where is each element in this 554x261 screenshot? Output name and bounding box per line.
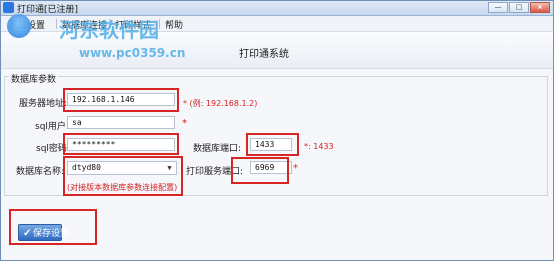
minimize-button[interactable]: — (488, 2, 508, 13)
app-window: 打印通[已注册] — □ × 系统设置 数据库连接 打印样式 帮助 打印通系统 … (0, 0, 554, 261)
check-icon: ✓ (23, 228, 32, 239)
menu-separator (159, 19, 160, 29)
sql-password-label: sql密码: (36, 144, 70, 154)
database-name-label: 数据库名称: (16, 167, 65, 177)
database-port-hint: *: 1433 (304, 142, 334, 151)
print-service-port-label: 打印服务端口: (186, 167, 244, 177)
app-icon (3, 2, 14, 13)
group-title: 数据库参数 (9, 72, 59, 85)
database-name-hint: (对接版本数据库参数连接配置) (67, 183, 178, 192)
save-settings-label: 保存设置 (33, 228, 70, 238)
watermark-url: www.pc0359.cn (79, 46, 186, 60)
database-port-input[interactable]: 1433 (250, 138, 292, 151)
maximize-button[interactable]: □ (509, 2, 529, 13)
system-title: 打印通系统 (239, 49, 289, 60)
database-port-label: 数据库端口: (193, 144, 242, 154)
menu-help[interactable]: 帮助 (165, 18, 183, 31)
print-service-port-required-asterisk: * (293, 163, 298, 174)
watermark-logo-icon (7, 14, 31, 38)
print-service-port-input[interactable]: 6969 (250, 161, 292, 174)
sql-user-label: sql用户: (35, 122, 69, 132)
database-name-dropdown[interactable]: dtyd80 ▼ (67, 161, 177, 175)
database-name-value: dtyd80 (72, 163, 101, 172)
save-settings-button[interactable]: ✓ 保存设置 (18, 224, 69, 241)
server-address-hint: * (例: 192.168.1.2) (183, 99, 258, 108)
sql-user-required-asterisk: * (182, 118, 187, 129)
menu-separator (56, 19, 57, 29)
server-address-input[interactable]: 192.168.1.146 (67, 93, 175, 106)
close-button[interactable]: × (530, 2, 550, 13)
server-address-label: 服务器地址: (19, 99, 68, 109)
sql-user-input[interactable]: sa (67, 116, 175, 129)
sql-password-input[interactable]: ********* (67, 138, 175, 151)
watermark-title: 河东软件园 (59, 18, 159, 42)
chevron-down-icon[interactable]: ▼ (165, 164, 174, 172)
